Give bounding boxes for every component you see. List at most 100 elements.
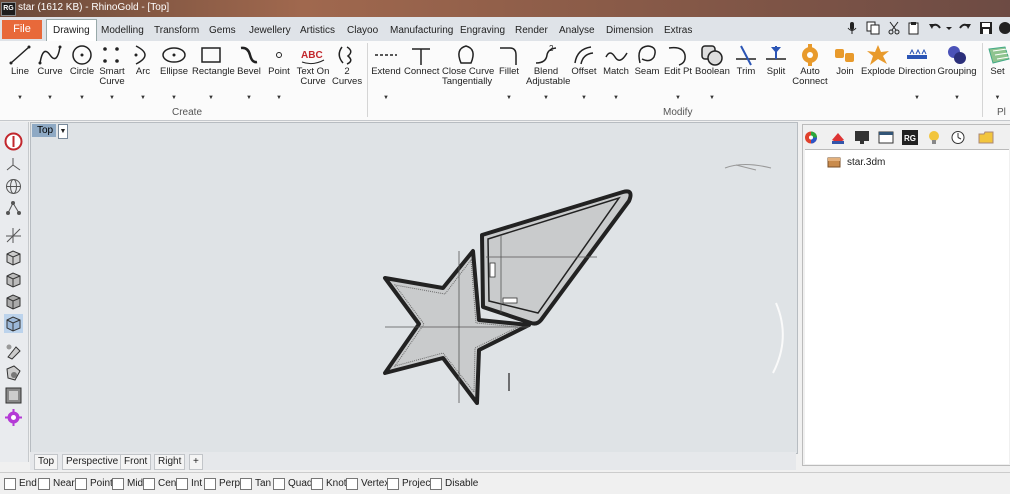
- tab-transform[interactable]: Transform: [154, 21, 199, 40]
- chevron-down-icon[interactable]: ▼: [383, 95, 389, 101]
- tab-engraving[interactable]: Engraving: [460, 21, 505, 40]
- osnap-checkbox[interactable]: [273, 478, 285, 490]
- chevron-down-icon[interactable]: ▼: [17, 95, 23, 101]
- smart-curve-button[interactable]: Smart Curve ▼: [98, 43, 126, 101]
- viewport-tab-perspective[interactable]: Perspective: [62, 454, 123, 470]
- window-icon[interactable]: [878, 130, 894, 145]
- seam-button[interactable]: Seam: [633, 43, 661, 77]
- chevron-down-icon[interactable]: ▼: [109, 95, 115, 101]
- settings-gear-icon[interactable]: [4, 408, 23, 427]
- cut-icon[interactable]: [887, 21, 901, 35]
- ring-tool-icon[interactable]: [4, 364, 23, 383]
- osnap-checkbox[interactable]: [38, 478, 50, 490]
- tab-modelling[interactable]: Modelling: [101, 21, 144, 40]
- save-icon[interactable]: [979, 21, 993, 35]
- help-icon[interactable]: [998, 21, 1010, 35]
- set-button[interactable]: Set ▼: [985, 43, 1010, 101]
- osnap-checkbox[interactable]: [240, 478, 252, 490]
- gem-tool-icon[interactable]: [4, 342, 23, 361]
- chevron-down-icon[interactable]: ▼: [914, 95, 920, 101]
- add-viewport-button[interactable]: +: [189, 454, 203, 470]
- two-curves-button[interactable]: 2 Curves: [332, 43, 362, 87]
- axis-icon[interactable]: [4, 155, 23, 174]
- chevron-down-icon[interactable]: ▼: [995, 95, 1001, 101]
- microphone-icon[interactable]: [845, 21, 859, 35]
- chevron-down-icon[interactable]: ▼: [208, 95, 214, 101]
- boolean-button[interactable]: Boolean ▼: [695, 43, 730, 101]
- tab-drawing[interactable]: Drawing: [46, 19, 97, 42]
- chevron-down-icon[interactable]: ▼: [276, 95, 282, 101]
- redo-icon[interactable]: [958, 21, 972, 35]
- frame-tool-icon[interactable]: [4, 386, 23, 405]
- chevron-down-icon[interactable]: ▼: [506, 95, 512, 101]
- tab-render[interactable]: Render: [515, 21, 548, 40]
- bulb-icon[interactable]: [926, 130, 942, 145]
- match-button[interactable]: Match ▼: [601, 43, 631, 101]
- osnap-checkbox[interactable]: [204, 478, 216, 490]
- osnap-checkbox[interactable]: [176, 478, 188, 490]
- chevron-down-icon[interactable]: ▼: [613, 95, 619, 101]
- text-on-curve-button[interactable]: ABC Text On Curve: [296, 43, 330, 87]
- stop-icon[interactable]: [4, 132, 23, 151]
- color-wheel-icon[interactable]: [803, 130, 819, 145]
- osnap-checkbox[interactable]: [112, 478, 124, 490]
- box-right-icon[interactable]: [4, 292, 23, 311]
- tab-extras[interactable]: Extras: [664, 21, 692, 40]
- fillet-button[interactable]: Fillet ▼: [494, 43, 524, 101]
- connect-button[interactable]: Connect: [404, 43, 439, 77]
- chevron-down-icon[interactable]: ▼: [140, 95, 146, 101]
- tab-jewellery[interactable]: Jewellery: [249, 21, 291, 40]
- point-button[interactable]: Point ▼: [266, 43, 292, 101]
- chevron-down-icon[interactable]: ▼: [675, 95, 681, 101]
- auto-connect-button[interactable]: Auto Connect: [792, 43, 828, 87]
- chevron-down-icon[interactable]: ▼: [709, 95, 715, 101]
- osnap-checkbox[interactable]: [311, 478, 323, 490]
- tab-clayoo[interactable]: Clayoo: [347, 21, 378, 40]
- split-button[interactable]: Split: [762, 43, 790, 77]
- nodes-icon[interactable]: [4, 199, 23, 218]
- clock-icon[interactable]: [950, 130, 966, 145]
- tab-file[interactable]: File: [2, 20, 42, 39]
- folder-icon[interactable]: [978, 130, 994, 145]
- monitor-icon[interactable]: [854, 130, 870, 145]
- rhinogold-tab-icon[interactable]: RG: [902, 130, 918, 145]
- box-top-icon[interactable]: [4, 248, 23, 267]
- blend-adjustable-button[interactable]: 2 Blend Adjustable ▼: [526, 43, 570, 101]
- osnap-checkbox[interactable]: [346, 478, 358, 490]
- chevron-down-icon[interactable]: ▼: [954, 95, 960, 101]
- grouping-button[interactable]: Grouping ▼: [937, 43, 977, 101]
- extend-button[interactable]: Extend ▼: [371, 43, 401, 101]
- chevron-down-icon[interactable]: ▼: [47, 95, 53, 101]
- chevron-down-icon[interactable]: ▼: [171, 95, 177, 101]
- osnap-checkbox[interactable]: [143, 478, 155, 490]
- osnap-checkbox[interactable]: [430, 478, 442, 490]
- curve-button[interactable]: Curve ▼: [37, 43, 63, 101]
- box-front-icon[interactable]: [4, 270, 23, 289]
- undo-icon[interactable]: [928, 21, 942, 35]
- layer-icon[interactable]: [830, 130, 846, 145]
- viewport-top[interactable]: Top ▼: [30, 122, 798, 454]
- offset-button[interactable]: Offset ▼: [569, 43, 599, 101]
- arc-button[interactable]: Arc ▼: [130, 43, 156, 101]
- tab-gems[interactable]: Gems: [209, 21, 236, 40]
- chevron-down-icon[interactable]: ▼: [79, 95, 85, 101]
- bevel-button[interactable]: Bevel ▼: [235, 43, 263, 101]
- osnap-checkbox[interactable]: [387, 478, 399, 490]
- tab-artistics[interactable]: Artistics: [300, 21, 335, 40]
- ellipse-button[interactable]: Ellipse ▼: [159, 43, 189, 101]
- viewport-tab-right[interactable]: Right: [154, 454, 186, 470]
- globe-icon[interactable]: [4, 177, 23, 196]
- paste-icon[interactable]: [907, 21, 921, 35]
- tab-dimension[interactable]: Dimension: [606, 21, 653, 40]
- chevron-down-icon[interactable]: ▼: [246, 95, 252, 101]
- move-axis-icon[interactable]: [4, 226, 23, 245]
- tab-manufacturing[interactable]: Manufacturing: [390, 21, 453, 40]
- osnap-checkbox[interactable]: [75, 478, 87, 490]
- explode-button[interactable]: Explode: [861, 43, 895, 77]
- line-button[interactable]: Line ▼: [6, 43, 34, 101]
- viewport-tab-front[interactable]: Front: [120, 454, 152, 470]
- edit-pt-button[interactable]: Edit Pt ▼: [663, 43, 693, 101]
- chevron-down-icon[interactable]: ▼: [543, 95, 549, 101]
- undo-dropdown-icon[interactable]: [945, 21, 953, 35]
- copy-icon[interactable]: [866, 21, 880, 35]
